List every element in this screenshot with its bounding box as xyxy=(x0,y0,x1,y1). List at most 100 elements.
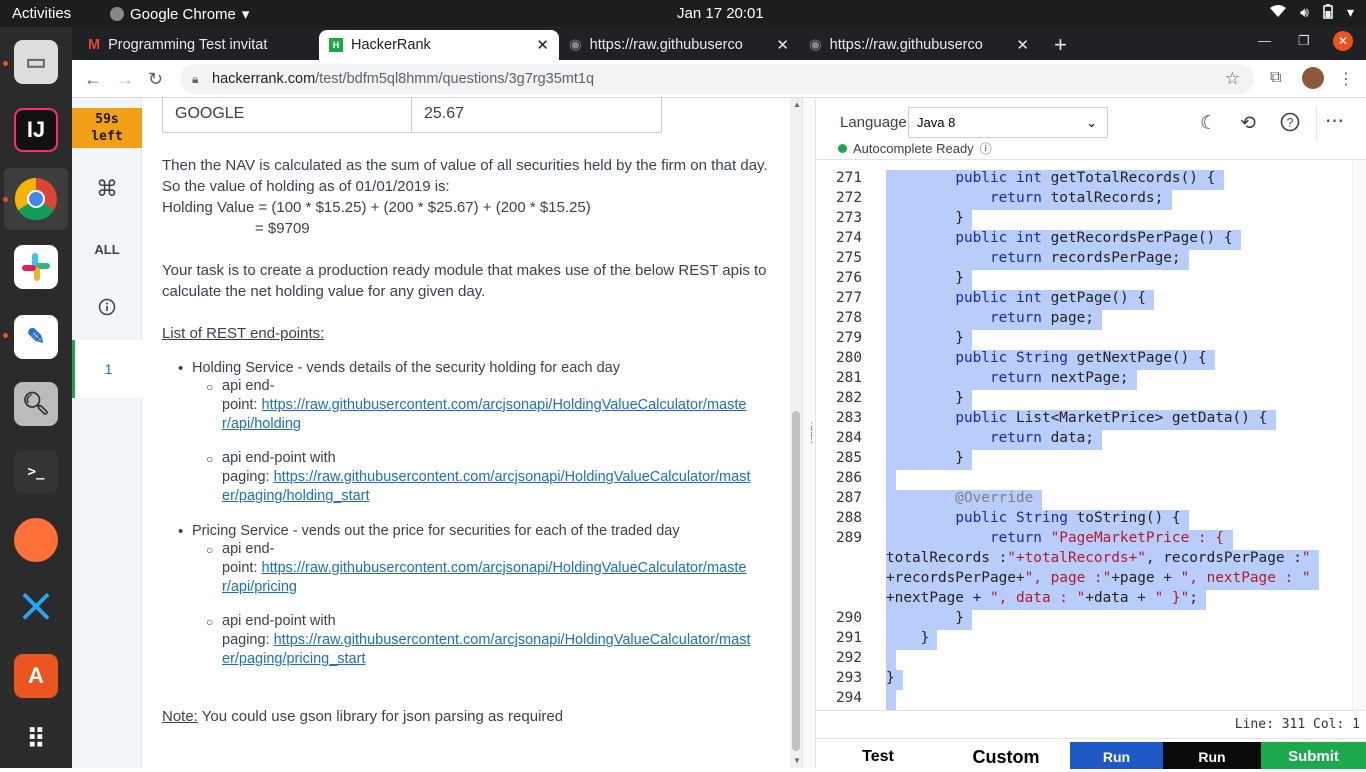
avatar[interactable] xyxy=(1302,67,1324,89)
note: Note: You could use gson library for jso… xyxy=(162,706,563,727)
gmail-icon: M xyxy=(88,37,101,53)
question-1-button[interactable]: 1 xyxy=(72,340,142,398)
reload-icon[interactable]: ↻ xyxy=(148,69,163,90)
browser-tab[interactable]: ◉ https://raw.githubuserco ✕ xyxy=(799,30,1039,60)
code-line: } xyxy=(886,210,964,226)
clock[interactable]: Jan 17 20:01 xyxy=(677,5,764,22)
line-number: 289 xyxy=(836,530,862,546)
line-number: 273 xyxy=(836,210,862,226)
line-number: 274 xyxy=(836,230,862,246)
maximize-icon[interactable]: ❐ xyxy=(1298,33,1310,49)
editor-scrollbar[interactable] xyxy=(1352,160,1366,710)
endpoint-link[interactable]: er/paging/pricing_start xyxy=(222,650,782,669)
window-close-icon[interactable]: ✕ xyxy=(1333,31,1353,51)
endpoint-link[interactable]: https://raw.githubusercontent.com/arcjso… xyxy=(262,560,747,576)
custom-input-tab[interactable]: Custom xyxy=(956,742,1056,769)
extensions-icon[interactable]: ⧉ xyxy=(1270,69,1281,87)
scroll-down-icon[interactable]: ▼ xyxy=(793,756,801,765)
timer-label: left xyxy=(91,129,123,144)
files-icon[interactable]: ▭ xyxy=(14,40,58,84)
new-tab-button[interactable]: + xyxy=(1044,30,1077,60)
code-line: public String toString() { xyxy=(955,510,1181,526)
language-select[interactable]: Java 8 ⌄ xyxy=(908,107,1108,138)
more-options-icon[interactable]: ⋯ xyxy=(1316,106,1352,140)
browser-tab[interactable]: M Programming Test invitat xyxy=(78,30,318,60)
software-center-icon[interactable]: A xyxy=(14,654,58,698)
command-icon[interactable]: ⌘ xyxy=(72,176,142,202)
endpoint-link[interactable]: r/api/holding xyxy=(222,415,782,434)
code-line: } xyxy=(886,390,964,406)
image-viewer-icon[interactable]: 🔍︎ xyxy=(14,382,58,426)
app-grid-icon[interactable]: ⠿ xyxy=(14,717,58,761)
test-tab[interactable]: Test xyxy=(840,742,916,769)
endpoint-link[interactable]: https://raw.githubusercontent.com/arcjso… xyxy=(274,632,751,648)
run-code-button[interactable]: Run xyxy=(1163,742,1261,769)
address-bar-row: ← → ↻ 🔒︎ hackerrank.com/test/bdfm5ql8hmm… xyxy=(72,60,1366,98)
bullet-icon: • xyxy=(178,360,184,377)
selection-highlight xyxy=(886,470,896,490)
minimize-icon[interactable]: — xyxy=(1258,33,1271,48)
activities-button[interactable]: Activities xyxy=(12,5,71,22)
run-button[interactable]: Run xyxy=(1070,742,1163,769)
all-questions-button[interactable]: ALL xyxy=(72,242,142,257)
close-icon[interactable]: ✕ xyxy=(1016,36,1029,54)
terminal-icon[interactable]: >_ xyxy=(14,450,58,494)
endpoint-link[interactable]: r/api/pricing xyxy=(222,578,782,597)
code-line: } xyxy=(886,610,964,626)
code-editor-panel: Language Java 8 ⌄ ☾ ⟲ ? ⋯ Autocomplete R… xyxy=(816,98,1366,769)
submit-button[interactable]: Submit xyxy=(1261,742,1366,769)
section-heading: List of REST end-points: xyxy=(162,325,325,342)
code-line: @Override xyxy=(886,490,1034,506)
code-line: public int getTotalRecords() { xyxy=(955,170,1216,186)
system-tray[interactable]: 🔊︎ ▾ xyxy=(1270,4,1354,22)
text-editor-icon[interactable]: ✎ xyxy=(14,315,58,359)
back-icon[interactable]: ← xyxy=(84,69,102,90)
language-label: Language xyxy=(840,114,907,131)
endpoint-link[interactable]: https://raw.githubusercontent.com/arcjso… xyxy=(274,469,751,485)
slack-icon[interactable] xyxy=(14,245,58,289)
selection-highlight xyxy=(886,650,896,670)
info-icon[interactable]: ⓘ xyxy=(980,140,992,157)
endpoint-link[interactable]: https://raw.githubusercontent.com/arcjso… xyxy=(262,397,747,413)
problem-scrollbar[interactable]: ▲ ▼ xyxy=(790,98,802,768)
close-icon[interactable]: ✕ xyxy=(776,36,789,54)
scrollbar-thumb[interactable] xyxy=(792,411,800,751)
chrome-icon-slot[interactable] xyxy=(4,168,68,230)
browser-tab[interactable]: ◉ https://raw.githubuserco ✕ xyxy=(559,30,799,60)
bullet-icon: ○ xyxy=(206,543,214,557)
bookmark-star-icon[interactable]: ☆ xyxy=(1225,64,1240,94)
app-menu[interactable]: Google Chrome ▾ xyxy=(110,5,249,23)
help-icon[interactable]: ? xyxy=(1280,112,1300,138)
chevron-down-icon: ▾ xyxy=(241,6,250,23)
code-area[interactable]: 271 public int getTotalRecords() {272 re… xyxy=(816,160,1352,710)
info-icon[interactable] xyxy=(72,298,142,321)
close-icon[interactable]: ✕ xyxy=(536,36,549,54)
code-line: public List<MarketPrice> getData() { xyxy=(955,410,1268,426)
scroll-up-icon[interactable]: ▲ xyxy=(793,100,801,109)
code-line: public String getNextPage() { xyxy=(955,350,1207,366)
code-line: return page; xyxy=(989,310,1094,326)
intellij-icon[interactable]: IJ xyxy=(14,108,58,152)
code-line: +nextPage + ", data : "+data + " }"; xyxy=(886,590,1198,606)
app-menu-label: Google Chrome xyxy=(130,5,236,23)
line-number: 278 xyxy=(836,310,862,326)
url-path: /test/bdfm5ql8hmm/questions/3g7rg35mt1q xyxy=(315,71,595,87)
pane-resize-handle[interactable]: ⋮⋮⋮⋮⋮⋮ xyxy=(802,98,828,768)
dark-mode-moon-icon[interactable]: ☾ xyxy=(1200,112,1217,135)
endpoint-label: api end-point with xyxy=(222,450,336,466)
note-text: You could use gson library for json pars… xyxy=(197,708,564,725)
forward-icon[interactable]: → xyxy=(116,69,134,90)
firefox-icon[interactable] xyxy=(14,518,58,562)
formula-result: = $9709 xyxy=(255,220,310,237)
browser-tab-active[interactable]: H HackerRank ✕ xyxy=(319,30,559,60)
question-nav: 59s left ⌘ ALL 1 xyxy=(72,98,142,768)
list-item: api end-point with paging: https://raw.g… xyxy=(222,449,782,506)
tab-title: Programming Test invitat xyxy=(108,37,268,53)
menu-icon[interactable]: ⋮ xyxy=(1338,69,1354,89)
line-number: 286 xyxy=(836,470,862,486)
endpoint-link[interactable]: er/paging/holding_start xyxy=(222,487,782,506)
url-input[interactable]: 🔒︎ hackerrank.com/test/bdfm5ql8hmm/quest… xyxy=(180,64,1254,94)
history-icon[interactable]: ⟲ xyxy=(1240,112,1256,135)
vscode-icon[interactable]: ⨉ xyxy=(14,586,58,630)
code-line: } xyxy=(886,270,964,286)
